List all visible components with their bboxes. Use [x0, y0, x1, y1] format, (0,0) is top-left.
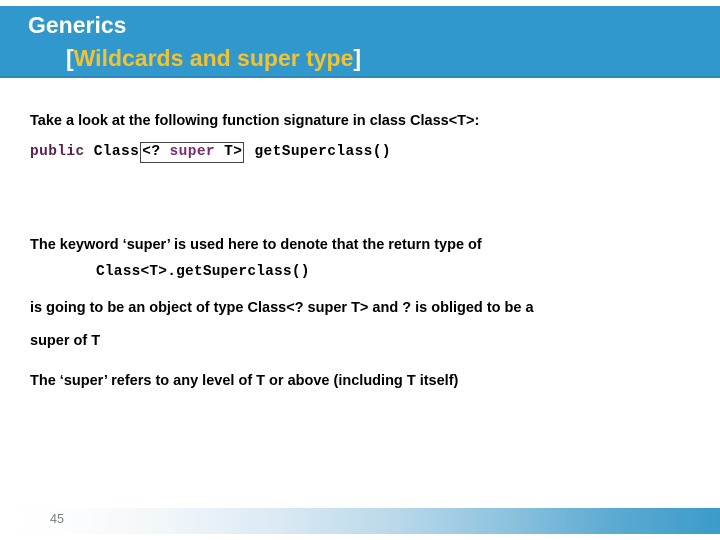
keyword-super: super	[169, 144, 216, 160]
page-subtitle: [Wildcards and super type]	[66, 45, 361, 72]
footer-gradient-bar	[0, 508, 720, 534]
boxed-space-1	[160, 144, 169, 160]
slide-canvas: Generics [Wildcards and super type] Take…	[0, 0, 720, 540]
class-token: Class	[84, 144, 140, 160]
keyword-paragraph: The keyword ‘super’ is used here to deno…	[30, 237, 482, 253]
boxed-open-token: <?	[142, 144, 161, 160]
subtitle-close-bracket: ]	[353, 45, 362, 71]
keyword-public: public	[30, 144, 85, 160]
title-banner: Generics [Wildcards and super type]	[0, 6, 720, 78]
subtitle-text: Wildcards and super type	[73, 45, 354, 71]
boxed-close-token: T>	[224, 144, 243, 160]
page-title: Generics	[28, 12, 127, 38]
code-call-line: Class<T>.getSuperclass()	[96, 264, 310, 280]
super-of-t-paragraph: super of T	[30, 333, 101, 349]
boxed-space-2	[215, 144, 224, 160]
slide-content: Take a look at the following function si…	[0, 78, 720, 540]
method-token: getSuperclass()	[245, 144, 391, 160]
refers-paragraph: The ‘super’ refers to any level of T or …	[30, 373, 459, 389]
wildcard-highlight-box: <? super T>	[140, 142, 245, 163]
code-signature-line: public Class <? super T> getSuperclass()	[30, 142, 391, 163]
going-paragraph: is going to be an object of type Class<?…	[30, 300, 534, 316]
intro-paragraph: Take a look at the following function si…	[30, 113, 480, 129]
page-number: 45	[50, 512, 64, 526]
subtitle-open-bracket: [	[66, 45, 74, 71]
